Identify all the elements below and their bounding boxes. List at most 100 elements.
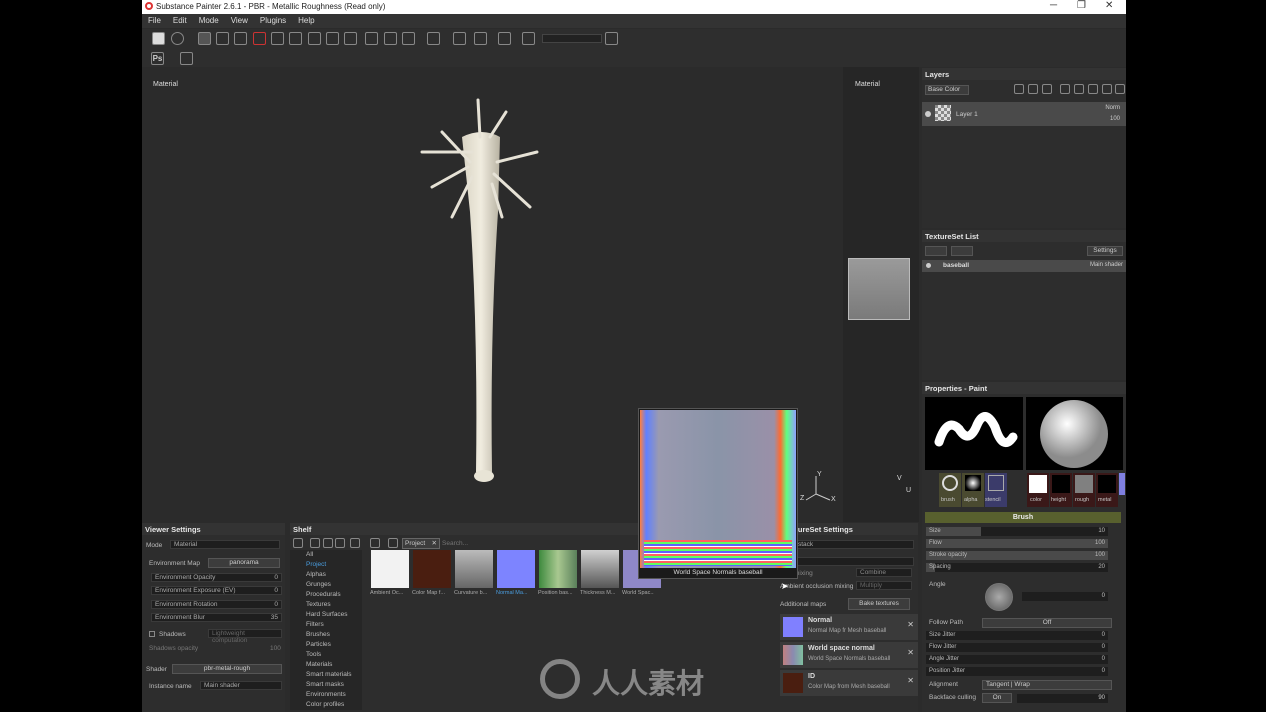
menu-file[interactable]: File xyxy=(142,14,167,28)
extra-channel-swatch[interactable] xyxy=(1119,473,1125,495)
metallic-channel[interactable]: metal xyxy=(1096,473,1118,507)
shelf-item-thickness[interactable] xyxy=(581,550,619,588)
shelf-import-icon[interactable] xyxy=(310,538,320,548)
viewport-slider[interactable] xyxy=(542,34,602,43)
remove-map-icon[interactable]: ✕ xyxy=(907,620,914,629)
shelf-category-brushes[interactable]: Brushes xyxy=(306,631,330,638)
shelf-category-all[interactable]: All xyxy=(306,551,313,558)
shelf-category-particles[interactable]: Particles xyxy=(306,641,331,648)
settings-icon[interactable] xyxy=(171,32,184,45)
normal-mixing-dropdown[interactable]: Combine xyxy=(856,568,912,577)
shelf-search-input[interactable] xyxy=(442,538,512,549)
env-exposure-value[interactable]: 0 xyxy=(274,587,278,594)
stroke-opacity-slider[interactable]: Stroke opacity 100 xyxy=(926,551,1108,560)
size-jitter-slider[interactable]: Size Jitter 0 xyxy=(926,631,1108,640)
paint-brush-icon[interactable] xyxy=(198,32,211,45)
env-blur-value[interactable]: 35 xyxy=(271,614,278,621)
add-layer-icon[interactable] xyxy=(1060,84,1070,94)
new-layer-icon[interactable] xyxy=(1102,84,1112,94)
shelf-view-icon[interactable] xyxy=(323,538,333,548)
textureset-settings-button[interactable]: Settings xyxy=(1087,246,1123,256)
shelf-item-curvature[interactable] xyxy=(455,550,493,588)
env-opacity-slider[interactable]: Environment Opacity 0 xyxy=(151,573,282,582)
screenshot-icon[interactable] xyxy=(498,32,511,45)
shelf-category-alphas[interactable]: Alphas xyxy=(306,571,326,578)
shelf-item-color-map[interactable] xyxy=(413,550,451,588)
shelf-list-icon[interactable] xyxy=(335,538,345,548)
flow-jitter-value[interactable]: 0 xyxy=(1102,644,1105,650)
spacing-slider[interactable]: Spacing 20 xyxy=(926,563,1108,572)
display-mode-icon[interactable] xyxy=(453,32,466,45)
shelf-home-icon[interactable] xyxy=(370,538,380,548)
env-blur-slider[interactable]: Environment Blur 35 xyxy=(151,613,282,622)
add-folder-icon[interactable] xyxy=(1074,84,1084,94)
photoshop-export-icon[interactable]: Ps xyxy=(151,52,164,65)
clone-stamp-icon[interactable] xyxy=(308,32,321,45)
projection-icon[interactable] xyxy=(234,32,247,45)
export-icon[interactable] xyxy=(180,52,193,65)
angle-jitter-slider[interactable]: Angle Jitter 0 xyxy=(926,655,1108,664)
flow-jitter-slider[interactable]: Flow Jitter 0 xyxy=(926,643,1108,652)
position-jitter-slider[interactable]: Position Jitter 0 xyxy=(926,667,1108,676)
env-exposure-slider[interactable]: Environment Exposure (EV) 0 xyxy=(151,586,282,595)
shelf-category-smart-materials[interactable]: Smart materials xyxy=(306,671,352,678)
menu-plugins[interactable]: Plugins xyxy=(254,14,292,28)
flow-slider[interactable]: Flow 100 xyxy=(926,539,1108,548)
color-channel[interactable]: color xyxy=(1027,473,1049,507)
remove-map-icon[interactable]: ✕ xyxy=(907,676,914,685)
shelf-item-normal-map[interactable] xyxy=(497,550,535,588)
angle-dial[interactable] xyxy=(985,583,1013,611)
stack-field[interactable]: stack xyxy=(794,540,914,549)
textureset-remove-button[interactable] xyxy=(951,246,973,256)
smudge-icon[interactable] xyxy=(289,32,302,45)
shelf-category-hard-surfaces[interactable]: Hard Surfaces xyxy=(306,611,348,618)
shelf-category-procedurals[interactable]: Procedurals xyxy=(306,591,341,598)
geometry-decal-icon[interactable] xyxy=(253,32,266,45)
id-map-slot[interactable]: ID Color Map from Mesh baseball ✕ xyxy=(780,670,918,696)
brush-section-header[interactable]: Brush xyxy=(925,512,1121,523)
alpha-slot[interactable]: alpha xyxy=(962,473,984,507)
material-picker-icon[interactable] xyxy=(326,32,339,45)
mode-dropdown[interactable]: Material xyxy=(170,540,280,549)
close-icon[interactable]: ✕ xyxy=(1105,0,1113,11)
textureset-shader[interactable]: Main shader xyxy=(1090,262,1123,268)
color-picker-icon[interactable] xyxy=(344,32,357,45)
add-mask-icon[interactable] xyxy=(1028,84,1038,94)
remove-map-icon[interactable]: ✕ xyxy=(907,648,914,657)
env-rotation-slider[interactable]: Environment Rotation 0 xyxy=(151,600,282,609)
ao-mixing-dropdown[interactable]: Multiply xyxy=(856,581,912,590)
bake-textures-button[interactable]: Bake textures xyxy=(848,598,910,610)
shelf-item-position[interactable] xyxy=(539,550,577,588)
shelf-category-smart-masks[interactable]: Smart masks xyxy=(306,681,344,688)
height-channel[interactable]: height xyxy=(1050,473,1072,507)
eyedropper-icon[interactable] xyxy=(605,32,618,45)
cube-view-icon[interactable] xyxy=(474,32,487,45)
add-fill-layer-icon[interactable] xyxy=(1042,84,1052,94)
brush-slot[interactable]: brush xyxy=(939,473,961,507)
viewport-2d[interactable]: Material V U xyxy=(843,67,919,522)
angle-value[interactable]: 0 xyxy=(1102,593,1105,599)
angle-slider[interactable]: 0 xyxy=(1022,592,1108,601)
viewport-toggle-icon[interactable] xyxy=(522,32,535,45)
menu-view[interactable]: View xyxy=(225,14,254,28)
shelf-category-textures[interactable]: Textures xyxy=(306,601,331,608)
restore-icon[interactable]: ❐ xyxy=(1077,0,1086,11)
shelf-category-color-profiles[interactable]: Color profiles xyxy=(306,701,344,708)
textureset-add-button[interactable] xyxy=(925,246,947,256)
shelf-category-project[interactable]: Project xyxy=(306,561,326,568)
size-jitter-value[interactable]: 0 xyxy=(1102,632,1105,638)
stencil-slot[interactable]: stencil xyxy=(985,473,1007,507)
delete-layer-icon[interactable] xyxy=(1115,84,1125,94)
symmetry-mirror-icon[interactable] xyxy=(384,32,397,45)
layer-blend-mode[interactable]: Norm xyxy=(1105,105,1120,111)
shelf-category-filters[interactable]: Filters xyxy=(306,621,324,628)
env-rotation-value[interactable]: 0 xyxy=(274,601,278,608)
shelf-filter-tag[interactable]: Project ✕ xyxy=(402,538,440,549)
backface-culling-toggle[interactable]: On xyxy=(982,693,1012,703)
shadows-checkbox[interactable] xyxy=(149,631,155,637)
camera-icon[interactable] xyxy=(427,32,440,45)
normal-map-slot[interactable]: Normal Normal Map fr Mesh baseball ✕ xyxy=(780,614,918,640)
shader-dropdown[interactable]: pbr-metal-rough xyxy=(172,664,282,674)
visibility-icon[interactable] xyxy=(926,263,931,268)
angle-jitter-value[interactable]: 0 xyxy=(1102,656,1105,662)
